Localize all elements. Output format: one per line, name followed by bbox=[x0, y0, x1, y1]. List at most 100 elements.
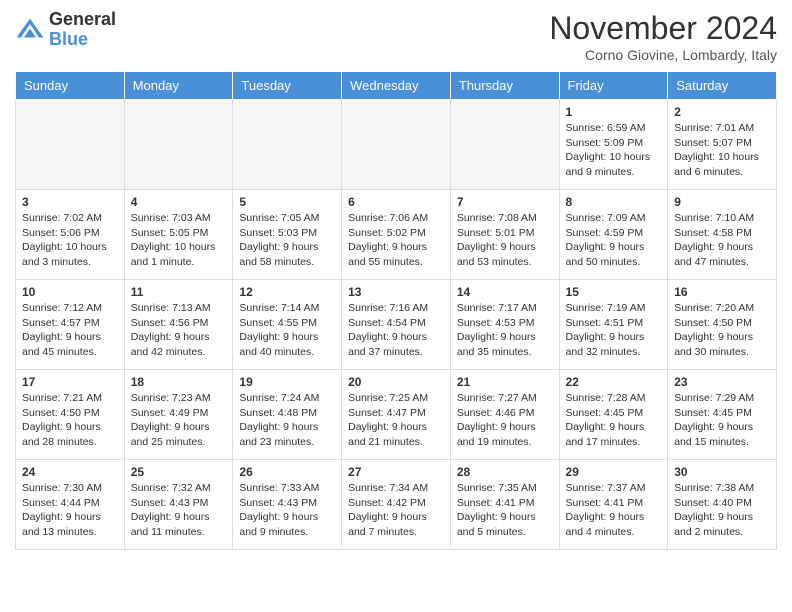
week-row-1: 1 Sunrise: 6:59 AMSunset: 5:09 PMDaylight… bbox=[16, 100, 777, 190]
day-info: Sunrise: 7:29 AMSunset: 4:45 PMDaylight:… bbox=[674, 391, 770, 450]
day-info: Sunrise: 7:33 AMSunset: 4:43 PMDaylight:… bbox=[239, 481, 335, 540]
week-row-5: 24Sunrise: 7:30 AMSunset: 4:44 PMDayligh… bbox=[16, 460, 777, 550]
day-number: 30 bbox=[674, 465, 770, 479]
day-cell: 10 Sunrise: 7:12 AMSunset: 4:57 PMDayligh… bbox=[16, 280, 125, 370]
week-row-4: 17Sunrise: 7:21 AMSunset: 4:50 PMDayligh… bbox=[16, 370, 777, 460]
col-header-sunday: Sunday bbox=[16, 72, 125, 100]
day-cell: 22 Sunrise: 7:28 AMSunset: 4:45 PMDayligh… bbox=[559, 370, 668, 460]
day-number: 23 bbox=[674, 375, 770, 389]
day-cell bbox=[342, 100, 451, 190]
day-info: Sunrise: 7:14 AMSunset: 4:55 PMDaylight:… bbox=[239, 301, 335, 360]
day-number: 10 bbox=[22, 285, 118, 299]
title-area: November 2024 Corno Giovine, Lombardy, I… bbox=[549, 10, 777, 63]
day-info: Sunrise: 7:06 AMSunset: 5:02 PMDaylight:… bbox=[348, 211, 444, 270]
location: Corno Giovine, Lombardy, Italy bbox=[549, 47, 777, 63]
day-info: Sunrise: 7:35 AMSunset: 4:41 PMDaylight:… bbox=[457, 481, 553, 540]
day-info: Sunrise: 7:20 AMSunset: 4:50 PMDaylight:… bbox=[674, 301, 770, 360]
day-cell bbox=[16, 100, 125, 190]
day-number: 20 bbox=[348, 375, 444, 389]
col-header-tuesday: Tuesday bbox=[233, 72, 342, 100]
logo-icon bbox=[15, 15, 45, 45]
day-cell: 29Sunrise: 7:37 AMSunset: 4:41 PMDayligh… bbox=[559, 460, 668, 550]
day-number: 22 bbox=[566, 375, 662, 389]
day-number: 2 bbox=[674, 105, 770, 119]
day-cell: 4Sunrise: 7:03 AMSunset: 5:05 PMDaylight… bbox=[124, 190, 233, 280]
day-info: Sunrise: 7:38 AMSunset: 4:40 PMDaylight:… bbox=[674, 481, 770, 540]
day-number: 9 bbox=[674, 195, 770, 209]
day-info: Sunrise: 7:16 AMSunset: 4:54 PMDaylight:… bbox=[348, 301, 444, 360]
logo-general: General bbox=[49, 10, 116, 30]
day-number: 13 bbox=[348, 285, 444, 299]
day-number: 28 bbox=[457, 465, 553, 479]
logo-blue: Blue bbox=[49, 30, 116, 50]
day-number: 24 bbox=[22, 465, 118, 479]
day-cell: 27 Sunrise: 7:34 AMSunset: 4:42 PMDayligh… bbox=[342, 460, 451, 550]
day-cell: 28 Sunrise: 7:35 AMSunset: 4:41 PMDayligh… bbox=[450, 460, 559, 550]
day-number: 18 bbox=[131, 375, 227, 389]
day-info: Sunrise: 7:02 AMSunset: 5:06 PMDaylight:… bbox=[22, 211, 118, 270]
day-cell: 19Sunrise: 7:24 AMSunset: 4:48 PMDayligh… bbox=[233, 370, 342, 460]
day-cell: 15Sunrise: 7:19 AMSunset: 4:51 PMDayligh… bbox=[559, 280, 668, 370]
day-cell: 26 Sunrise: 7:33 AMSunset: 4:43 PMDayligh… bbox=[233, 460, 342, 550]
day-info: Sunrise: 7:28 AMSunset: 4:45 PMDaylight:… bbox=[566, 391, 662, 450]
day-number: 21 bbox=[457, 375, 553, 389]
day-info: Sunrise: 6:59 AMSunset: 5:09 PMDaylight:… bbox=[566, 121, 662, 180]
day-info: Sunrise: 7:27 AMSunset: 4:46 PMDaylight:… bbox=[457, 391, 553, 450]
day-info: Sunrise: 7:21 AMSunset: 4:50 PMDaylight:… bbox=[22, 391, 118, 450]
day-number: 19 bbox=[239, 375, 335, 389]
day-number: 8 bbox=[566, 195, 662, 209]
day-info: Sunrise: 7:08 AMSunset: 5:01 PMDaylight:… bbox=[457, 211, 553, 270]
day-cell: 18Sunrise: 7:23 AMSunset: 4:49 PMDayligh… bbox=[124, 370, 233, 460]
day-info: Sunrise: 7:10 AMSunset: 4:58 PMDaylight:… bbox=[674, 211, 770, 270]
day-number: 6 bbox=[348, 195, 444, 209]
day-cell: 24Sunrise: 7:30 AMSunset: 4:44 PMDayligh… bbox=[16, 460, 125, 550]
day-number: 11 bbox=[131, 285, 227, 299]
day-info: Sunrise: 7:32 AMSunset: 4:43 PMDaylight:… bbox=[131, 481, 227, 540]
day-number: 7 bbox=[457, 195, 553, 209]
day-number: 29 bbox=[566, 465, 662, 479]
day-cell: 14 Sunrise: 7:17 AMSunset: 4:53 PMDayligh… bbox=[450, 280, 559, 370]
day-info: Sunrise: 7:01 AMSunset: 5:07 PMDaylight:… bbox=[674, 121, 770, 180]
day-cell: 8Sunrise: 7:09 AMSunset: 4:59 PMDaylight… bbox=[559, 190, 668, 280]
week-row-3: 10 Sunrise: 7:12 AMSunset: 4:57 PMDayligh… bbox=[16, 280, 777, 370]
day-number: 16 bbox=[674, 285, 770, 299]
day-cell: 30 Sunrise: 7:38 AMSunset: 4:40 PMDayligh… bbox=[668, 460, 777, 550]
day-cell: 13 Sunrise: 7:16 AMSunset: 4:54 PMDayligh… bbox=[342, 280, 451, 370]
day-info: Sunrise: 7:13 AMSunset: 4:56 PMDaylight:… bbox=[131, 301, 227, 360]
day-info: Sunrise: 7:25 AMSunset: 4:47 PMDaylight:… bbox=[348, 391, 444, 450]
day-info: Sunrise: 7:05 AMSunset: 5:03 PMDaylight:… bbox=[239, 211, 335, 270]
logo-text: General Blue bbox=[49, 10, 116, 50]
day-number: 3 bbox=[22, 195, 118, 209]
header: General Blue November 2024 Corno Giovine… bbox=[15, 10, 777, 63]
day-cell: 21 Sunrise: 7:27 AMSunset: 4:46 PMDayligh… bbox=[450, 370, 559, 460]
day-number: 26 bbox=[239, 465, 335, 479]
day-info: Sunrise: 7:19 AMSunset: 4:51 PMDaylight:… bbox=[566, 301, 662, 360]
day-info: Sunrise: 7:12 AMSunset: 4:57 PMDaylight:… bbox=[22, 301, 118, 360]
day-number: 4 bbox=[131, 195, 227, 209]
day-cell: 6 Sunrise: 7:06 AMSunset: 5:02 PMDaylight… bbox=[342, 190, 451, 280]
day-number: 25 bbox=[131, 465, 227, 479]
day-number: 1 bbox=[566, 105, 662, 119]
day-cell: 9 Sunrise: 7:10 AMSunset: 4:58 PMDaylight… bbox=[668, 190, 777, 280]
day-cell: 23 Sunrise: 7:29 AMSunset: 4:45 PMDayligh… bbox=[668, 370, 777, 460]
day-cell: 3 Sunrise: 7:02 AMSunset: 5:06 PMDaylight… bbox=[16, 190, 125, 280]
day-cell: 16 Sunrise: 7:20 AMSunset: 4:50 PMDayligh… bbox=[668, 280, 777, 370]
calendar-page: General Blue November 2024 Corno Giovine… bbox=[0, 0, 792, 560]
week-row-2: 3 Sunrise: 7:02 AMSunset: 5:06 PMDaylight… bbox=[16, 190, 777, 280]
day-cell: 2 Sunrise: 7:01 AMSunset: 5:07 PMDaylight… bbox=[668, 100, 777, 190]
day-number: 5 bbox=[239, 195, 335, 209]
day-cell bbox=[233, 100, 342, 190]
day-cell: 11 Sunrise: 7:13 AMSunset: 4:56 PMDayligh… bbox=[124, 280, 233, 370]
day-info: Sunrise: 7:17 AMSunset: 4:53 PMDaylight:… bbox=[457, 301, 553, 360]
day-number: 14 bbox=[457, 285, 553, 299]
day-cell: 7 Sunrise: 7:08 AMSunset: 5:01 PMDaylight… bbox=[450, 190, 559, 280]
day-info: Sunrise: 7:34 AMSunset: 4:42 PMDaylight:… bbox=[348, 481, 444, 540]
day-number: 12 bbox=[239, 285, 335, 299]
col-header-wednesday: Wednesday bbox=[342, 72, 451, 100]
day-cell: 17Sunrise: 7:21 AMSunset: 4:50 PMDayligh… bbox=[16, 370, 125, 460]
day-cell: 20 Sunrise: 7:25 AMSunset: 4:47 PMDayligh… bbox=[342, 370, 451, 460]
day-cell: 1 Sunrise: 6:59 AMSunset: 5:09 PMDaylight… bbox=[559, 100, 668, 190]
day-number: 27 bbox=[348, 465, 444, 479]
logo: General Blue bbox=[15, 10, 116, 50]
day-cell bbox=[450, 100, 559, 190]
